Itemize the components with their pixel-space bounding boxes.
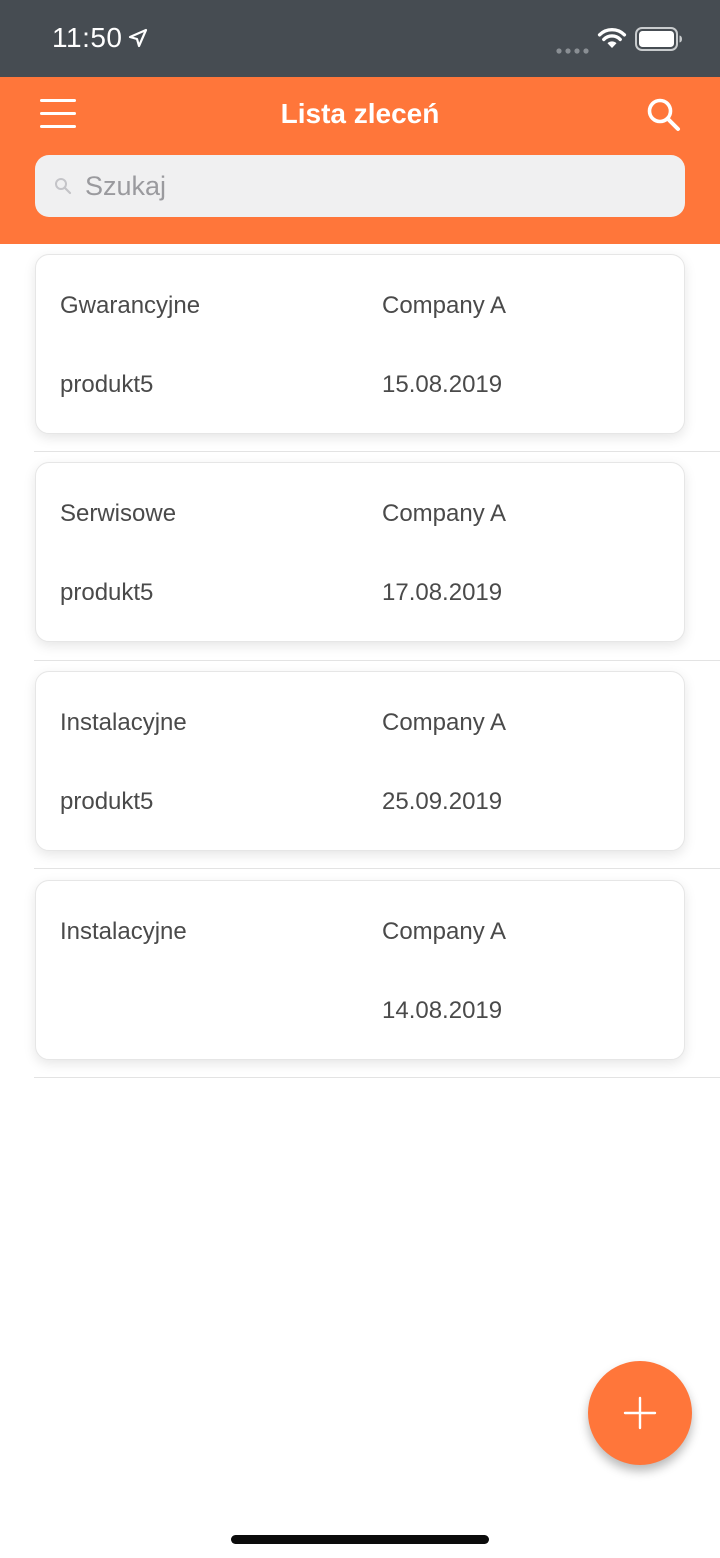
wifi-icon (597, 27, 627, 54)
order-card[interactable]: Gwarancyjne Company A produkt5 15.08.201… (35, 254, 685, 434)
order-product: produkt5 (60, 371, 154, 398)
order-product: produkt5 (60, 788, 154, 815)
add-order-button[interactable] (588, 1361, 692, 1465)
row-divider (34, 868, 720, 869)
home-indicator[interactable] (231, 1535, 489, 1544)
order-date: 25.09.2019 (382, 788, 503, 815)
row-divider (34, 1077, 720, 1078)
search-field[interactable] (35, 155, 685, 217)
order-date: 17.08.2019 (382, 579, 503, 606)
row-divider (34, 660, 720, 661)
search-field-icon (54, 177, 72, 200)
order-card[interactable]: Serwisowe Company A produkt5 17.08.2019 (35, 462, 685, 642)
order-date: 15.08.2019 (382, 371, 503, 398)
order-company: Company A (382, 292, 507, 319)
signal-dots-icon (556, 41, 590, 59)
order-type: Gwarancyjne (60, 292, 201, 319)
battery-icon (635, 27, 683, 56)
order-card[interactable]: Instalacyjne Company A 14.08.2019 (35, 880, 685, 1060)
page-title: Lista zleceń (280, 98, 440, 129)
search-input[interactable] (85, 163, 665, 209)
order-company: Company A (382, 918, 507, 945)
order-type: Instalacyjne (60, 709, 187, 736)
order-product: produkt5 (60, 579, 154, 606)
search-icon[interactable] (646, 97, 682, 138)
plus-icon (623, 1396, 657, 1430)
order-date: 14.08.2019 (382, 997, 503, 1024)
status-bar: 11:50 (0, 0, 720, 77)
order-type: Serwisowe (60, 500, 177, 527)
order-card[interactable]: Instalacyjne Company A produkt5 25.09.20… (35, 671, 685, 851)
status-time: 11:50 (52, 22, 123, 53)
row-divider (34, 451, 720, 452)
order-type: Instalacyjne (60, 918, 187, 945)
order-company: Company A (382, 500, 507, 527)
order-company: Company A (382, 709, 507, 736)
location-arrow-icon (128, 28, 148, 53)
order-list-screen: 11:50 Lista zleceń Szukaj Gwarancyjne Co… (0, 0, 720, 1558)
